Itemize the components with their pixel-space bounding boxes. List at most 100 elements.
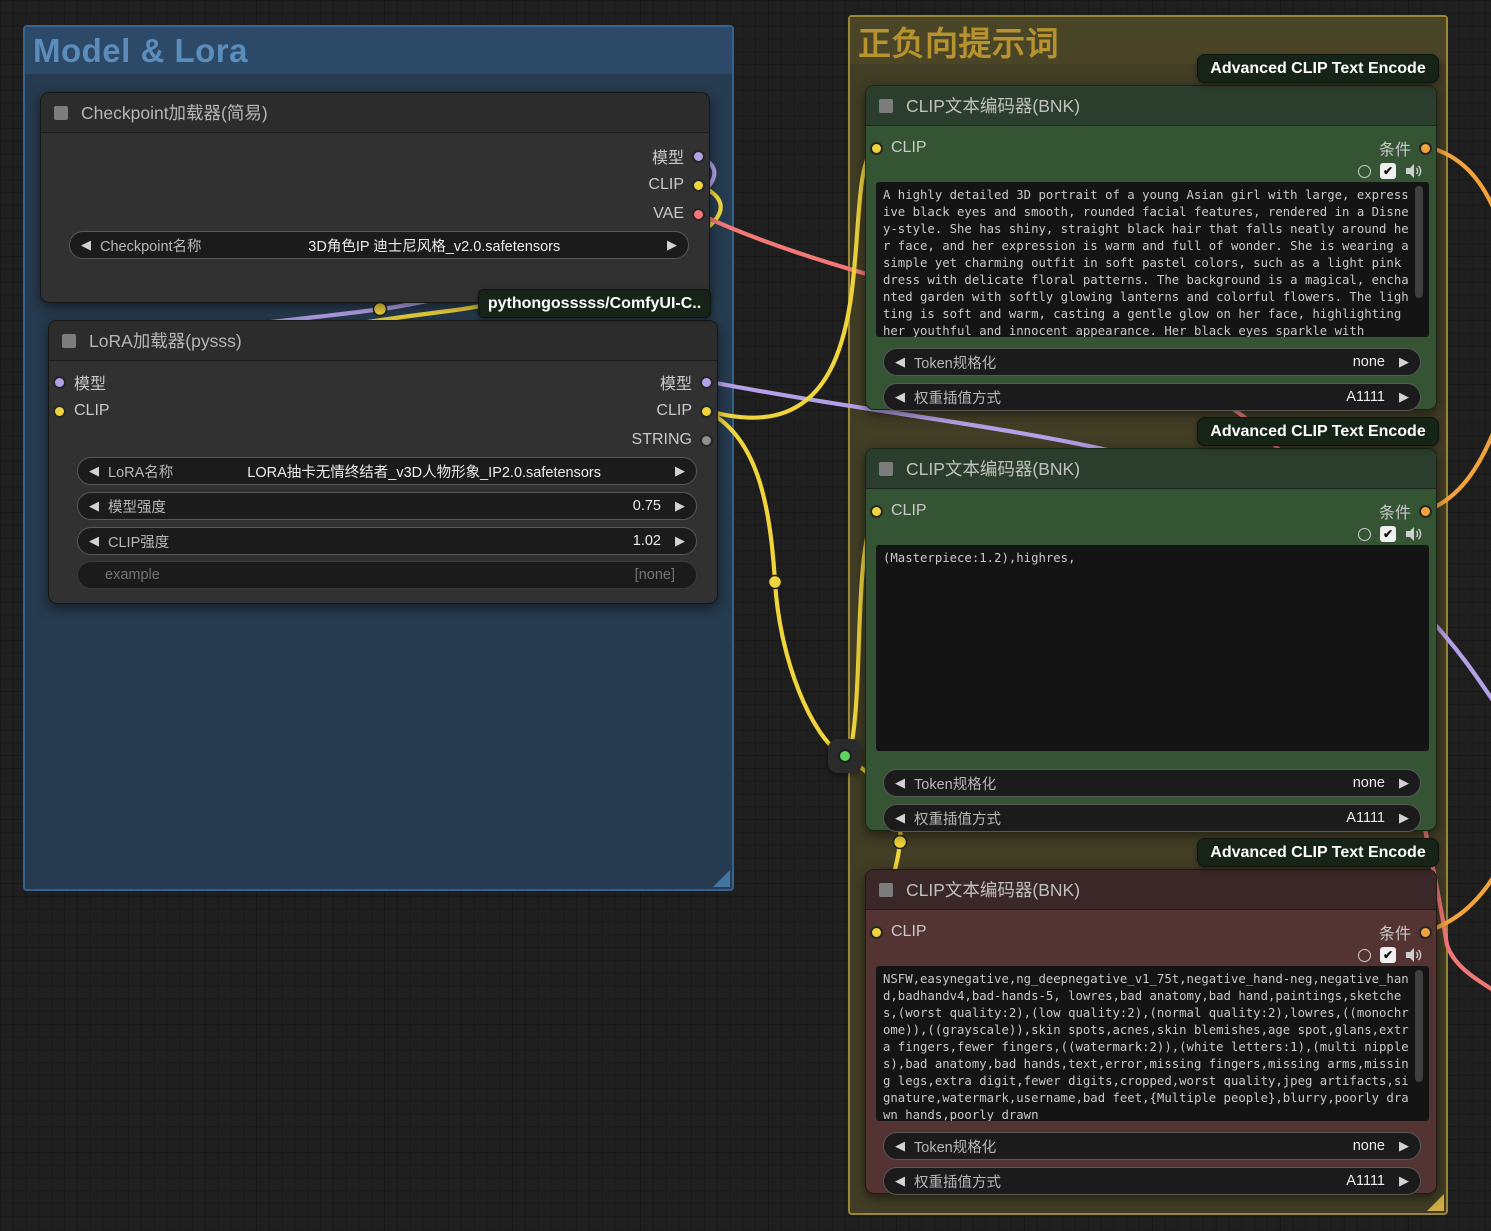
clip-output-port[interactable] — [700, 405, 713, 418]
port-label: CLIP — [74, 402, 110, 420]
radio-icon[interactable] — [1358, 528, 1371, 541]
left-arrow-icon[interactable]: ◀ — [895, 775, 905, 791]
widget-label: CLIP强度 — [108, 531, 169, 552]
node-header[interactable]: LoRA加载器(pysss) — [49, 321, 717, 361]
collapse-icon[interactable] — [879, 462, 893, 476]
speaker-icon[interactable] — [1405, 947, 1422, 963]
checkpoint-name-widget[interactable]: ◀ Checkpoint名称 3D角色IP 迪士尼风格_v2.0.safeten… — [69, 231, 689, 259]
weight-interpretation-widget[interactable]: ◀ 权重插值方式 A1111 ▶ — [883, 383, 1421, 411]
clip-strength-widget[interactable]: ◀ CLIP强度 1.02 ▶ — [77, 527, 697, 555]
weight-interpretation-widget[interactable]: ◀ 权重插值方式 A1111 ▶ — [883, 1167, 1421, 1195]
advanced-clip-badge-1: Advanced CLIP Text Encode — [1197, 54, 1439, 83]
prompt-textarea[interactable]: (Masterpiece:1.2),highres, — [876, 545, 1429, 751]
right-arrow-icon[interactable]: ▶ — [1399, 810, 1409, 826]
clip-input-port[interactable] — [870, 142, 883, 155]
reroute-dot[interactable] — [838, 749, 852, 763]
model-input-port[interactable] — [53, 376, 66, 389]
left-arrow-icon[interactable]: ◀ — [895, 1173, 905, 1189]
collapse-icon[interactable] — [879, 883, 893, 897]
vae-output-port[interactable] — [692, 208, 705, 221]
speaker-icon[interactable] — [1405, 163, 1422, 179]
speaker-icon[interactable] — [1405, 526, 1422, 542]
right-arrow-icon[interactable]: ▶ — [667, 237, 677, 253]
node-header[interactable]: Checkpoint加载器(简易) — [41, 93, 709, 133]
clip-input-port[interactable] — [870, 505, 883, 518]
checkpoint-loader-node[interactable]: Checkpoint加载器(简易) 模型 CLIP VAE ◀ Checkpoi… — [40, 92, 710, 303]
clip-output-port[interactable] — [692, 179, 705, 192]
widget-value: 0.75 — [166, 498, 675, 514]
clip-encoder-node-1[interactable]: CLIP文本编码器(BNK) CLIP 条件 ✔ A highly detail… — [865, 85, 1437, 410]
left-arrow-icon[interactable]: ◀ — [895, 810, 905, 826]
checkbox-icon[interactable]: ✔ — [1380, 947, 1396, 963]
right-arrow-icon[interactable]: ▶ — [675, 498, 685, 514]
checkbox-icon[interactable]: ✔ — [1380, 163, 1396, 179]
widget-label: example — [105, 567, 160, 583]
string-output-port[interactable] — [700, 434, 713, 447]
input-row-clip: CLIP — [870, 922, 927, 942]
widget-value: none — [996, 1138, 1399, 1154]
collapse-icon[interactable] — [62, 334, 76, 348]
collapse-icon[interactable] — [54, 106, 68, 120]
conditioning-output-port[interactable] — [1419, 926, 1432, 939]
radio-icon[interactable] — [1358, 949, 1371, 962]
widget-label: 模型强度 — [108, 496, 166, 517]
prompt-textarea[interactable]: A highly detailed 3D portrait of a young… — [876, 182, 1429, 337]
right-arrow-icon[interactable]: ▶ — [1399, 389, 1409, 405]
lora-name-widget[interactable]: ◀ LoRA名称 LORA抽卡无情终结者_v3D人物形象_IP2.0.safet… — [77, 457, 697, 485]
custom-node-source-badge: pythongosssss/ComfyUI-C.. — [478, 289, 711, 318]
node-header[interactable]: CLIP文本编码器(BNK) — [866, 870, 1436, 910]
node-title: CLIP文本编码器(BNK) — [906, 877, 1080, 902]
reroute-node[interactable] — [828, 739, 862, 773]
conditioning-output-port[interactable] — [1419, 505, 1432, 518]
widget-value: A1111 — [1001, 1173, 1399, 1189]
right-arrow-icon[interactable]: ▶ — [675, 463, 685, 479]
node-header[interactable]: CLIP文本编码器(BNK) — [866, 449, 1436, 489]
resize-handle-icon[interactable] — [1427, 1194, 1444, 1211]
clip-encoder-node-2[interactable]: CLIP文本编码器(BNK) CLIP 条件 ✔ (Masterpiece:1.… — [865, 448, 1437, 831]
group-model-lora-titlebar[interactable]: Model & Lora — [25, 27, 732, 74]
widget-value: none — [996, 354, 1399, 370]
clip-input-port[interactable] — [870, 926, 883, 939]
conditioning-output-port[interactable] — [1419, 142, 1432, 155]
scrollbar-thumb[interactable] — [1415, 970, 1423, 1082]
weight-interpretation-widget[interactable]: ◀ 权重插值方式 A1111 ▶ — [883, 804, 1421, 832]
prompt-textarea[interactable]: NSFW,easynegative,ng_deepnegative_v1_75t… — [876, 966, 1429, 1121]
right-arrow-icon[interactable]: ▶ — [1399, 354, 1409, 370]
node-header[interactable]: CLIP文本编码器(BNK) — [866, 86, 1436, 126]
input-row-model: 模型 — [53, 372, 106, 392]
clip-encoder-node-3[interactable]: CLIP文本编码器(BNK) CLIP 条件 ✔ NSFW,easynegati… — [865, 869, 1437, 1194]
widget-value: [none] — [160, 567, 685, 583]
left-arrow-icon[interactable]: ◀ — [89, 463, 99, 479]
left-arrow-icon[interactable]: ◀ — [81, 237, 91, 253]
right-arrow-icon[interactable]: ▶ — [1399, 1173, 1409, 1189]
clip-input-port[interactable] — [53, 405, 66, 418]
left-arrow-icon[interactable]: ◀ — [89, 533, 99, 549]
left-arrow-icon[interactable]: ◀ — [895, 354, 905, 370]
model-strength-widget[interactable]: ◀ 模型强度 0.75 ▶ — [77, 492, 697, 520]
collapse-icon[interactable] — [879, 99, 893, 113]
left-arrow-icon[interactable]: ◀ — [895, 1138, 905, 1154]
output-row-clip: CLIP — [656, 401, 713, 421]
widget-label: 权重插值方式 — [914, 387, 1001, 408]
group-title: 正负向提示词 — [858, 17, 1059, 65]
model-output-port[interactable] — [700, 376, 713, 389]
left-arrow-icon[interactable]: ◀ — [89, 498, 99, 514]
node-graph-canvas[interactable]: Model & Lora 正负向提示词 Checkpoint加载器(简易) — [0, 0, 1491, 1231]
radio-icon[interactable] — [1358, 165, 1371, 178]
token-normalization-widget[interactable]: ◀ Token规格化 none ▶ — [883, 769, 1421, 797]
example-widget[interactable]: example [none] — [77, 561, 697, 589]
link-dot — [769, 576, 782, 589]
scrollbar-thumb[interactable] — [1415, 186, 1423, 298]
token-normalization-widget[interactable]: ◀ Token规格化 none ▶ — [883, 1132, 1421, 1160]
token-normalization-widget[interactable]: ◀ Token规格化 none ▶ — [883, 348, 1421, 376]
lora-loader-node[interactable]: LoRA加载器(pysss) 模型 CLIP 模型 CLIP STRING ◀ … — [48, 320, 718, 604]
right-arrow-icon[interactable]: ▶ — [1399, 775, 1409, 791]
widget-value: A1111 — [1001, 389, 1399, 405]
left-arrow-icon[interactable]: ◀ — [895, 389, 905, 405]
model-output-port[interactable] — [692, 150, 705, 163]
right-arrow-icon[interactable]: ▶ — [1399, 1138, 1409, 1154]
advanced-clip-badge-2: Advanced CLIP Text Encode — [1197, 417, 1439, 446]
right-arrow-icon[interactable]: ▶ — [675, 533, 685, 549]
checkbox-icon[interactable]: ✔ — [1380, 526, 1396, 542]
resize-handle-icon[interactable] — [713, 870, 730, 887]
